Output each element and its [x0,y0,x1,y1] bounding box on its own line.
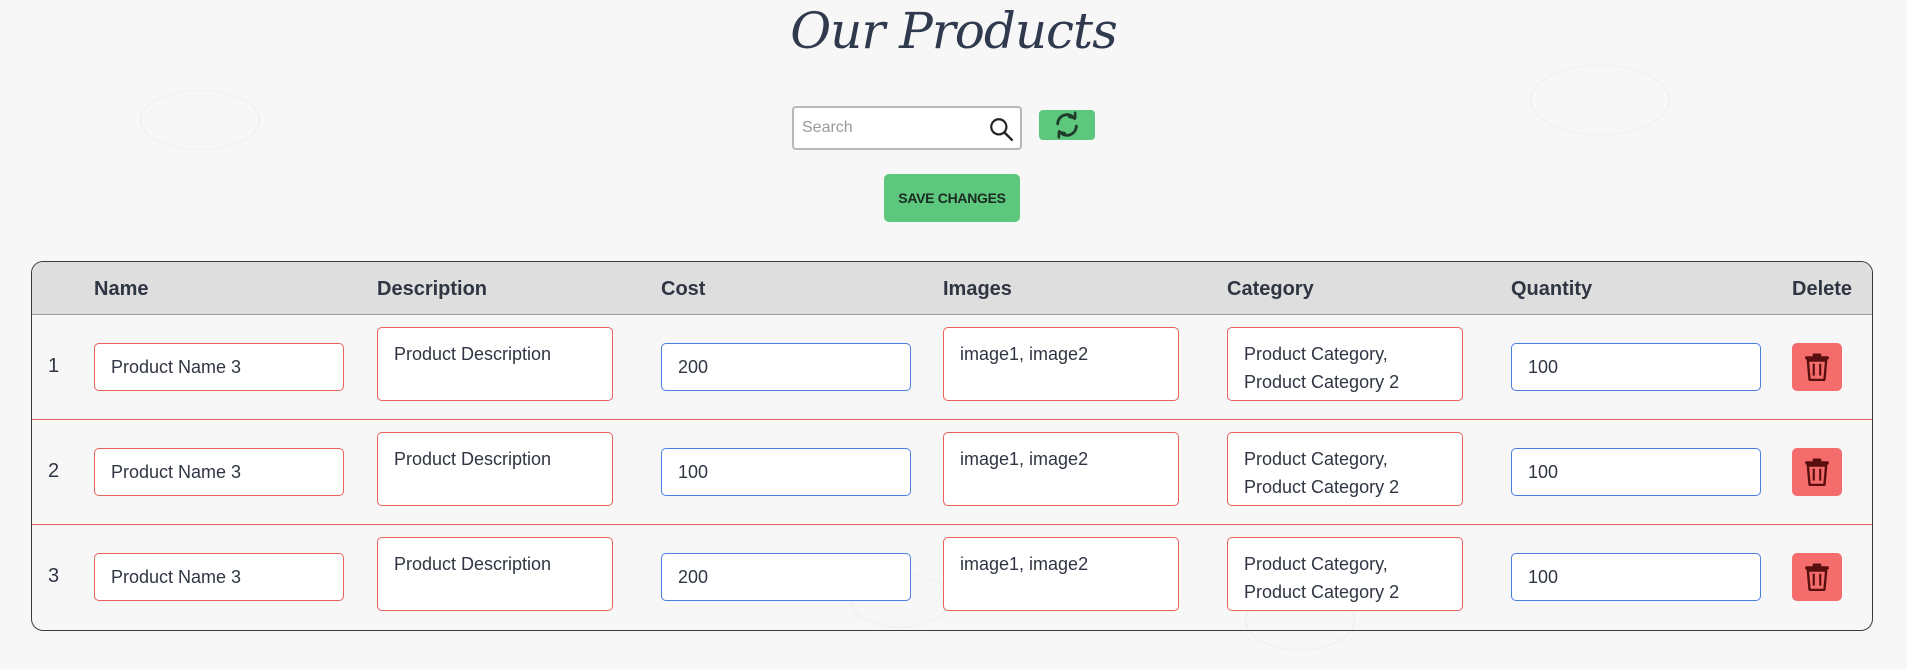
category-line: Product Category, [1244,449,1388,469]
quantity-field[interactable]: 100 [1511,553,1761,601]
category-line: Product Category 2 [1244,582,1400,602]
row-index: 1 [48,355,60,377]
images-field[interactable]: image1, image2 [943,327,1179,401]
category-line: Product Category 2 [1244,477,1400,497]
header-quantity: Quantity [1511,278,1593,300]
cost-field[interactable]: 100 [661,448,911,496]
category-line: Product Category, [1244,554,1388,574]
header-description: Description [377,278,488,300]
quantity-field[interactable]: 100 [1511,343,1761,391]
header-category: Category [1227,278,1314,300]
save-changes-button[interactable]: SAVE CHANGES [884,174,1020,222]
category-field[interactable]: Product Category, Product Category 2 [1227,537,1463,611]
header-delete: Delete [1792,278,1853,300]
table-header: Name Description Cost Images Category Qu… [32,262,1872,315]
category-field[interactable]: Product Category, Product Category 2 [1227,432,1463,506]
header-cost: Cost [661,278,706,300]
row-index: 2 [48,460,60,482]
row-index: 3 [48,565,60,587]
search-input[interactable] [802,114,982,142]
trash-icon [1805,353,1829,381]
search-box [792,106,1022,150]
name-field[interactable]: Product Name 3 [94,448,344,496]
delete-button[interactable] [1792,343,1842,391]
page-title: Our Products [790,2,1118,60]
description-field[interactable]: Product Description [377,537,613,611]
table-row: 3 Product Name 3 Product Description 200… [32,525,1872,630]
category-field[interactable]: Product Category, Product Category 2 [1227,327,1463,401]
name-field[interactable]: Product Name 3 [94,553,344,601]
name-field[interactable]: Product Name 3 [94,343,344,391]
images-field[interactable]: image1, image2 [943,537,1179,611]
delete-button[interactable] [1792,553,1842,601]
search-icon[interactable] [988,116,1014,142]
description-field[interactable]: Product Description [377,327,613,401]
delete-button[interactable] [1792,448,1842,496]
table-row: 1 Product Name 3 Product Description 200… [32,315,1872,420]
header-name: Name [94,278,149,300]
refresh-button[interactable] [1039,110,1095,140]
cost-field[interactable]: 200 [661,343,911,391]
refresh-icon [1056,111,1078,139]
description-field[interactable]: Product Description [377,432,613,506]
cost-field[interactable]: 200 [661,553,911,601]
table-row: 2 Product Name 3 Product Description 100… [32,420,1872,525]
header-images: Images [943,278,1012,300]
category-line: Product Category 2 [1244,372,1400,392]
quantity-field[interactable]: 100 [1511,448,1761,496]
category-line: Product Category, [1244,344,1388,364]
trash-icon [1805,458,1829,486]
trash-icon [1805,563,1829,591]
images-field[interactable]: image1, image2 [943,432,1179,506]
products-table: Name Description Cost Images Category Qu… [31,261,1873,631]
